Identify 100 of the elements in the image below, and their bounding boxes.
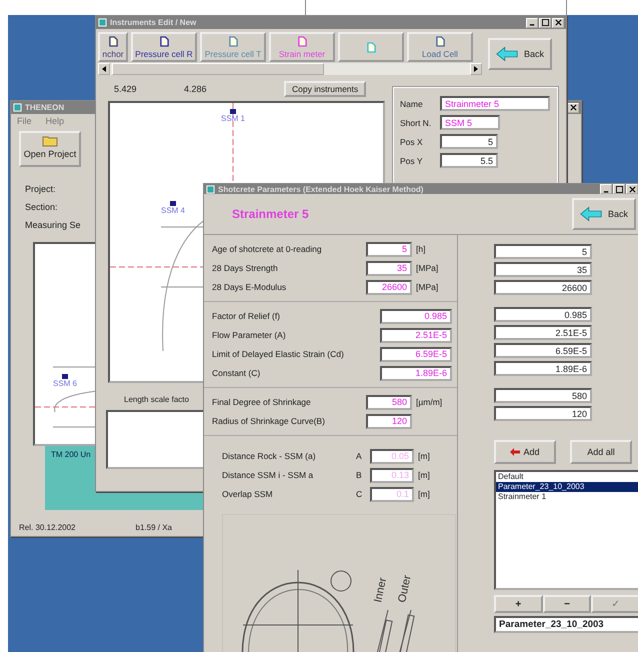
number-field[interactable]: 6.59E-5	[494, 343, 592, 358]
instrument-label: SSM 4	[161, 206, 186, 215]
unit-label: [MPa]	[415, 282, 438, 292]
number-field[interactable]: 2.51E-5	[494, 325, 592, 340]
number-field[interactable]: 2.51E-5	[380, 328, 452, 342]
number-field[interactable]: 5	[366, 242, 412, 256]
back-button[interactable]: Back	[488, 38, 552, 70]
field-label: Section:	[25, 202, 58, 212]
number-field[interactable]: 6.59E-5	[380, 346, 452, 362]
unit-label: [µm/m]	[415, 397, 442, 407]
app-icon	[13, 103, 22, 112]
add-all-button[interactable]: Add all	[570, 440, 632, 464]
instrument-marker[interactable]	[170, 201, 176, 206]
left-arrow-icon	[101, 66, 107, 72]
number-field[interactable]: 120	[366, 414, 412, 428]
letter-label: A	[356, 451, 363, 461]
close-button[interactable]	[552, 18, 564, 28]
instrument-label: SSM 6	[53, 379, 78, 388]
maximize-button[interactable]	[539, 18, 551, 28]
field-label: Short N.	[400, 118, 432, 128]
minimize-button[interactable]	[600, 184, 612, 194]
list-item[interactable]: Parameter_23_10_2003	[496, 482, 638, 492]
panel-label: TM 200 Un	[51, 450, 91, 459]
list-item[interactable]: Default	[496, 472, 638, 482]
instrument-type-button[interactable]: Load Cell	[407, 32, 473, 62]
list-button[interactable]: +	[494, 595, 543, 613]
minimize-button[interactable]	[526, 18, 538, 28]
list-button[interactable]: −	[542, 595, 592, 613]
close-icon	[570, 104, 576, 111]
text-field[interactable]: SSM 5	[440, 115, 500, 130]
parameter-label: Distance SSM i - SSM a	[222, 470, 314, 480]
number-field[interactable]: 580	[366, 394, 412, 410]
number-field[interactable]: 1.89E-6	[494, 361, 592, 376]
parameter-label: Age of shotcrete at 0-reading	[212, 244, 323, 254]
close-button[interactable]	[567, 102, 579, 112]
close-button[interactable]	[626, 184, 638, 194]
instrument-label: SSM 1	[221, 114, 246, 123]
copy-instruments-button[interactable]: Copy instruments	[284, 81, 366, 97]
unit-label: [MPa]	[415, 263, 438, 273]
diagram-label: Inner	[372, 576, 390, 604]
text-field[interactable]: Strainmeter 5	[440, 96, 550, 111]
field-label: Length scale facto	[124, 395, 189, 404]
arrow-left-icon	[580, 205, 602, 223]
parameter-label: Final Degree of Shrinkage	[212, 397, 312, 407]
number-field[interactable]: 5	[494, 244, 592, 259]
instrument-type-button[interactable]: Pressure cell R	[131, 32, 197, 62]
parameter-label: Limit of Delayed Elastic Strain (Cd)	[212, 349, 345, 359]
instrument-type-button[interactable]: nchor	[98, 32, 128, 62]
letter-label: B	[356, 470, 363, 480]
instrument-marker[interactable]	[230, 109, 236, 114]
number-field[interactable]: 1.89E-6	[380, 366, 452, 380]
field-label: Project:	[25, 184, 56, 194]
number-field[interactable]: 35	[366, 260, 412, 276]
app-icon	[206, 184, 215, 194]
name-field[interactable]: Parameter_23_10_2003	[494, 616, 638, 633]
scrollbar[interactable]	[98, 63, 482, 75]
unit-label: [m]	[417, 489, 430, 499]
parameter-label: 28 Days Strength	[212, 263, 279, 273]
text-field[interactable]: 5.5	[440, 153, 498, 168]
scroll-left-button[interactable]	[98, 63, 110, 75]
close-icon	[628, 186, 636, 192]
number-field[interactable]: 0.985	[494, 307, 592, 322]
diagram-label: Outer	[396, 574, 414, 604]
arrow-left-icon	[496, 45, 518, 63]
window-title: Shotcrete Parameters (Extended Hoek Kaiser Method)	[218, 184, 424, 194]
text-field[interactable]	[106, 410, 205, 469]
letter-label: C	[356, 489, 364, 499]
unit-label: [h]	[415, 244, 426, 254]
maximize-icon	[616, 186, 622, 192]
parameter-label: 28 Days E-Modulus	[212, 282, 288, 292]
window-title: THENEON	[25, 103, 64, 112]
number-field[interactable]: 26600	[366, 280, 412, 294]
parameter-label: Flow Parameter (A)	[212, 330, 287, 340]
back-button[interactable]: Back	[572, 198, 636, 230]
scroll-right-button[interactable]	[470, 63, 482, 75]
add-button[interactable]: Add	[494, 440, 556, 464]
number-field[interactable]: 0.985	[380, 308, 452, 324]
parameter-label: Overlap SSM	[222, 489, 274, 499]
status-text: b1.59 / Xa	[136, 523, 172, 532]
instrument-marker[interactable]	[62, 374, 68, 379]
number-field[interactable]: 26600	[494, 280, 592, 295]
number-field[interactable]: 580	[494, 388, 592, 403]
folder-icon	[42, 135, 58, 147]
field-label: Pos Y	[400, 156, 424, 166]
maximize-button[interactable]	[613, 184, 625, 194]
open-project-button[interactable]: Open Project	[19, 131, 81, 167]
close-icon	[554, 19, 562, 26]
parameter-label: Factor of Relief (f)	[212, 311, 282, 321]
unit-label: [m]	[417, 451, 430, 461]
field-label: Measuring Se	[25, 220, 81, 230]
field-label: Pos X	[400, 136, 424, 146]
parameter-label: Distance Rock - SSM (a)	[222, 451, 317, 461]
unit-label: [m]	[417, 470, 430, 480]
window-title: Instruments Edit / New	[110, 18, 196, 27]
maximize-icon	[542, 19, 548, 26]
number-field[interactable]: 35	[494, 262, 592, 277]
text-field[interactable]: 5	[440, 134, 498, 149]
list-item[interactable]: Strainmeter 1	[496, 492, 638, 502]
number-field[interactable]: 120	[494, 406, 592, 421]
heading: Strainmeter 5	[232, 207, 309, 221]
